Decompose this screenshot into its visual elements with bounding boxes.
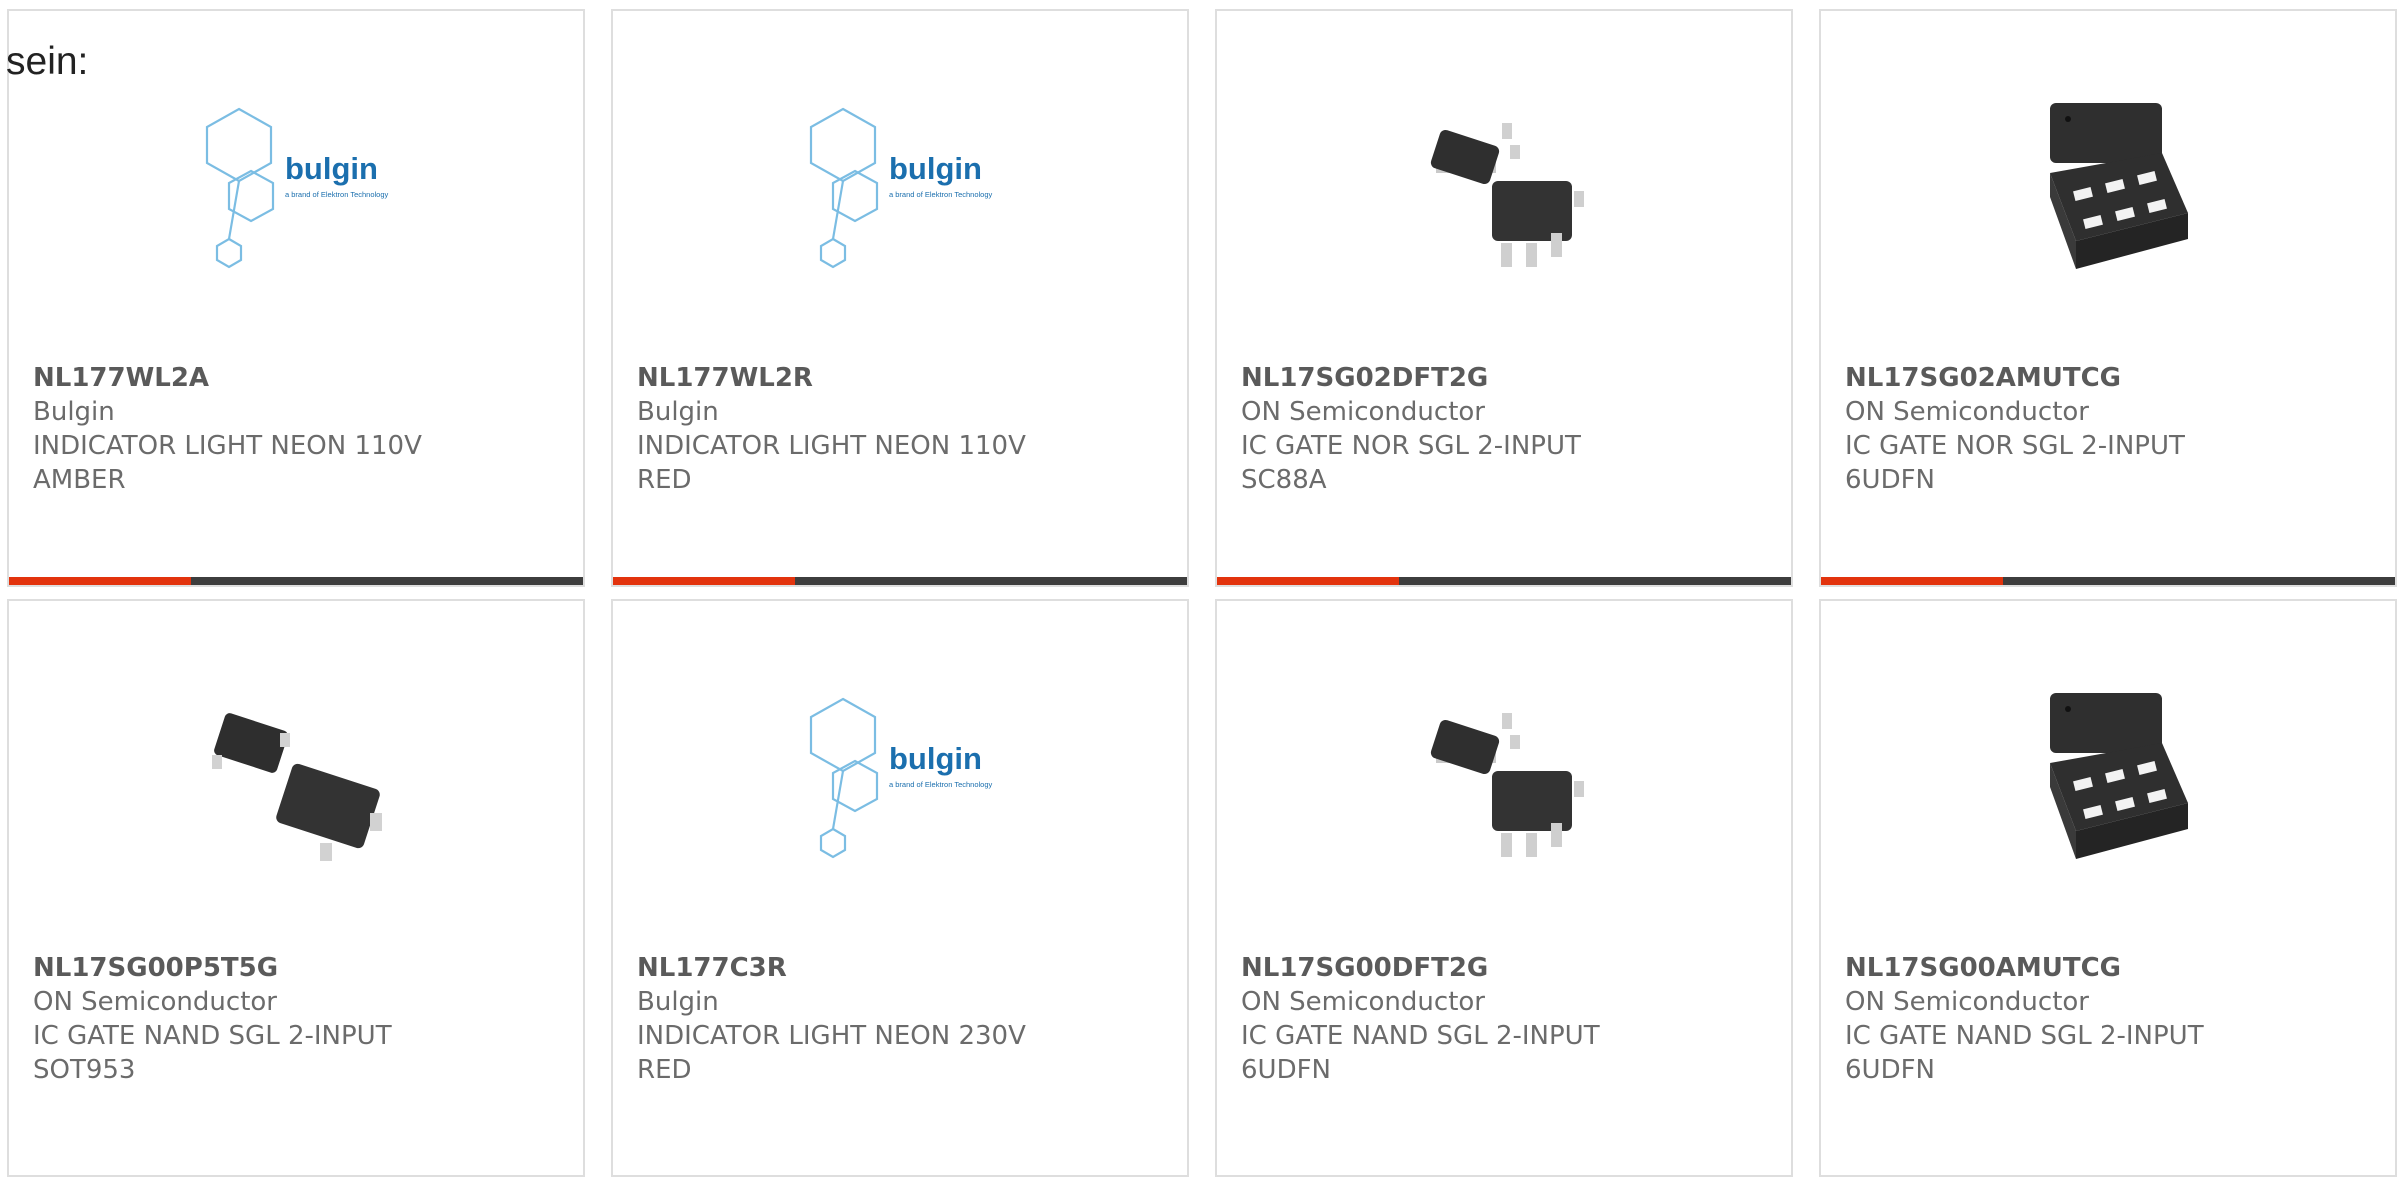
product-image[interactable] xyxy=(1397,673,1615,883)
part-number-link[interactable]: NL177C3R xyxy=(637,951,1157,985)
part-number-link[interactable]: NL17SG00P5T5G xyxy=(33,951,553,985)
manufacturer: ON Semiconductor xyxy=(1241,397,1485,427)
product-card[interactable]: NL17SG00AMUTCG ON Semiconductor IC GATE … xyxy=(1819,599,2397,1177)
description-line: 6UDFN xyxy=(1845,465,1935,495)
description-line: IC GATE NAND SGL 2-INPUT xyxy=(33,1021,392,1051)
description-line: RED xyxy=(637,465,692,495)
part-number-link[interactable]: NL17SG02AMUTCG xyxy=(1845,361,2365,395)
part-number-link[interactable]: NL177WL2R xyxy=(637,361,1157,395)
product-image[interactable] xyxy=(793,673,1011,883)
manufacturer: Bulgin xyxy=(33,397,115,427)
product-card[interactable]: NL177C3R Bulgin INDICATOR LIGHT NEON 230… xyxy=(611,599,1189,1177)
manufacturer: Bulgin xyxy=(637,397,719,427)
description-line: SC88A xyxy=(1241,465,1327,495)
description-line: IC GATE NOR SGL 2-INPUT xyxy=(1241,431,1581,461)
product-card[interactable]: NL17SG00P5T5G ON Semiconductor IC GATE N… xyxy=(7,599,585,1177)
intro-text: sein: xyxy=(6,40,89,83)
description-line: INDICATOR LIGHT NEON 110V xyxy=(637,431,1026,461)
part-number-link[interactable]: NL17SG02DFT2G xyxy=(1241,361,1761,395)
part-number-link[interactable]: NL17SG00AMUTCG xyxy=(1845,951,2365,985)
bulgin-logo-icon xyxy=(809,697,994,859)
product-image[interactable] xyxy=(793,83,1011,293)
product-image[interactable] xyxy=(2001,83,2219,293)
description-line: AMBER xyxy=(33,465,126,495)
product-image[interactable] xyxy=(1397,83,1615,293)
sc88a-package-icon xyxy=(1429,123,1584,267)
udfn-package-icon xyxy=(2050,103,2188,269)
manufacturer: ON Semiconductor xyxy=(1241,987,1485,1017)
product-card[interactable]: NL17SG02DFT2G ON Semiconductor IC GATE N… xyxy=(1215,9,1793,587)
description-line: SOT953 xyxy=(33,1055,136,1085)
card-bottom-bar xyxy=(1821,577,2395,585)
product-image[interactable] xyxy=(2001,673,2219,883)
product-card[interactable]: NL17SG00DFT2G ON Semiconductor IC GATE N… xyxy=(1215,599,1793,1177)
description-line: IC GATE NAND SGL 2-INPUT xyxy=(1845,1021,2204,1051)
description-line: INDICATOR LIGHT NEON 230V xyxy=(637,1021,1026,1051)
card-bottom-bar xyxy=(613,577,1187,585)
udfn-package-icon xyxy=(2050,693,2188,859)
description-line: IC GATE NAND SGL 2-INPUT xyxy=(1241,1021,1600,1051)
description-line: 6UDFN xyxy=(1845,1055,1935,1085)
bulgin-logo-icon xyxy=(205,107,390,269)
product-card[interactable]: NL17SG02AMUTCG ON Semiconductor IC GATE … xyxy=(1819,9,2397,587)
part-number-link[interactable]: NL177WL2A xyxy=(33,361,553,395)
sot953-package-icon xyxy=(212,711,382,861)
manufacturer: ON Semiconductor xyxy=(1845,397,2089,427)
manufacturer: ON Semiconductor xyxy=(33,987,277,1017)
description-line: INDICATOR LIGHT NEON 110V xyxy=(33,431,422,461)
product-card[interactable]: NL177WL2R Bulgin INDICATOR LIGHT NEON 11… xyxy=(611,9,1189,587)
card-bottom-bar xyxy=(1217,577,1791,585)
product-image[interactable] xyxy=(189,673,407,883)
product-card[interactable]: NL177WL2A Bulgin INDICATOR LIGHT NEON 11… xyxy=(7,9,585,587)
product-image[interactable] xyxy=(189,83,407,293)
description-line: 6UDFN xyxy=(1241,1055,1331,1085)
part-number-link[interactable]: NL17SG00DFT2G xyxy=(1241,951,1761,985)
sc88a-package-icon xyxy=(1429,713,1584,857)
description-line: RED xyxy=(637,1055,692,1085)
manufacturer: Bulgin xyxy=(637,987,719,1017)
manufacturer: ON Semiconductor xyxy=(1845,987,2089,1017)
card-bottom-bar xyxy=(9,577,583,585)
description-line: IC GATE NOR SGL 2-INPUT xyxy=(1845,431,2185,461)
bulgin-logo-icon xyxy=(809,107,994,269)
